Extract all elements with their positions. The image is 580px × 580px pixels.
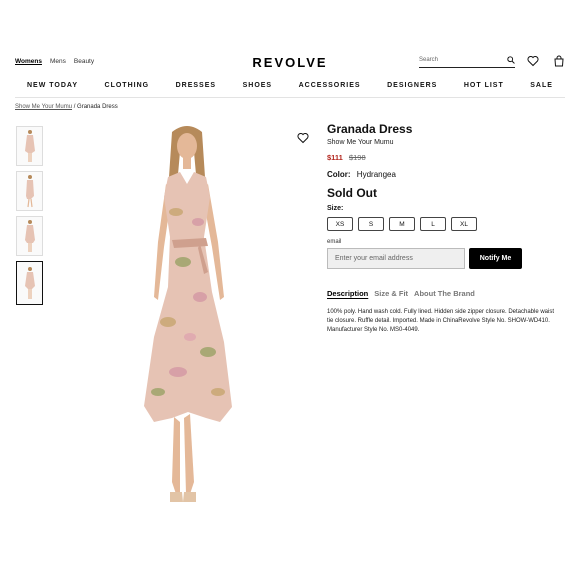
thumbnail-dress-image <box>24 220 35 252</box>
logo[interactable]: REVOLVE <box>252 55 327 70</box>
notify-form: Enter your email address Notify Me <box>327 248 562 269</box>
price: $111 $198 <box>327 153 562 162</box>
thumbnail-1[interactable] <box>16 126 43 166</box>
search-icon[interactable] <box>507 56 515 64</box>
product-tabs: Description Size & Fit About The Brand <box>327 289 562 298</box>
nav-divider <box>15 97 565 98</box>
breadcrumb-separator: / <box>73 104 76 110</box>
dept-womens[interactable]: Womens <box>15 58 42 65</box>
dept-mens[interactable]: Mens <box>50 58 66 65</box>
thumbnail-dress-image <box>25 175 34 208</box>
sold-out-status: Sold Out <box>327 186 377 200</box>
size-xl-button[interactable]: XL <box>451 217 477 231</box>
size-l-button[interactable]: L <box>420 217 446 231</box>
nav-new-today[interactable]: NEW TODAY <box>27 82 78 89</box>
size-label: Size: <box>327 205 344 212</box>
wishlist-heart-icon[interactable] <box>297 132 309 144</box>
nav-sale[interactable]: SALE <box>530 82 553 89</box>
size-options: XS S M L XL <box>327 217 562 231</box>
thumbnail-4[interactable] <box>16 261 43 305</box>
product-brand[interactable]: Show Me Your Mumu <box>327 139 562 146</box>
thumbnail-3[interactable] <box>16 216 43 256</box>
tab-size-fit[interactable]: Size & Fit <box>374 289 408 298</box>
top-bar: Womens Mens Beauty REVOLVE Search <box>15 55 565 71</box>
email-label: email <box>327 239 342 245</box>
search-input[interactable]: Search <box>419 55 515 68</box>
heart-icon[interactable] <box>527 55 539 67</box>
color-label: Color: <box>327 170 351 179</box>
thumbnail-list <box>16 126 43 305</box>
dept-beauty[interactable]: Beauty <box>74 58 94 65</box>
product-title: Granada Dress <box>327 122 413 136</box>
nav-shoes[interactable]: SHOES <box>243 82 273 89</box>
tab-about-brand[interactable]: About The Brand <box>414 289 475 298</box>
size-s-button[interactable]: S <box>358 217 384 231</box>
notify-me-button[interactable]: Notify Me <box>469 248 522 269</box>
tab-description[interactable]: Description <box>327 289 368 298</box>
search-placeholder: Search <box>419 57 439 63</box>
thumbnail-dress-image <box>24 130 35 162</box>
main-nav: NEW TODAY CLOTHING DRESSES SHOES ACCESSO… <box>27 82 553 89</box>
breadcrumb: Show Me Your Mumu / Granada Dress <box>15 104 118 110</box>
bag-icon[interactable] <box>553 55 565 67</box>
nav-designers[interactable]: DESIGNERS <box>387 82 437 89</box>
thumbnail-dress-image <box>24 267 35 299</box>
nav-dresses[interactable]: DRESSES <box>176 82 216 89</box>
nav-hot-list[interactable]: HOT LIST <box>464 82 504 89</box>
size-xs-button[interactable]: XS <box>327 217 353 231</box>
sale-price: $111 <box>327 153 343 162</box>
product-info: Granada Dress Show Me Your Mumu $111 $19… <box>327 122 562 335</box>
color-value: Hydrangea <box>356 170 396 179</box>
nav-accessories[interactable]: ACCESSORIES <box>299 82 361 89</box>
color-selection: Color: Hydrangea <box>327 170 562 179</box>
product-image[interactable] <box>128 122 246 512</box>
department-switcher: Womens Mens Beauty <box>15 58 94 65</box>
size-m-button[interactable]: M <box>389 217 415 231</box>
product-description: 100% poly. Hand wash cold. Fully lined. … <box>327 309 555 333</box>
breadcrumb-brand[interactable]: Show Me Your Mumu <box>15 104 72 110</box>
breadcrumb-current: Granada Dress <box>77 104 118 110</box>
original-price: $198 <box>348 153 366 162</box>
email-field[interactable]: Enter your email address <box>327 248 465 269</box>
nav-clothing[interactable]: CLOTHING <box>105 82 150 89</box>
thumbnail-2[interactable] <box>16 171 43 211</box>
